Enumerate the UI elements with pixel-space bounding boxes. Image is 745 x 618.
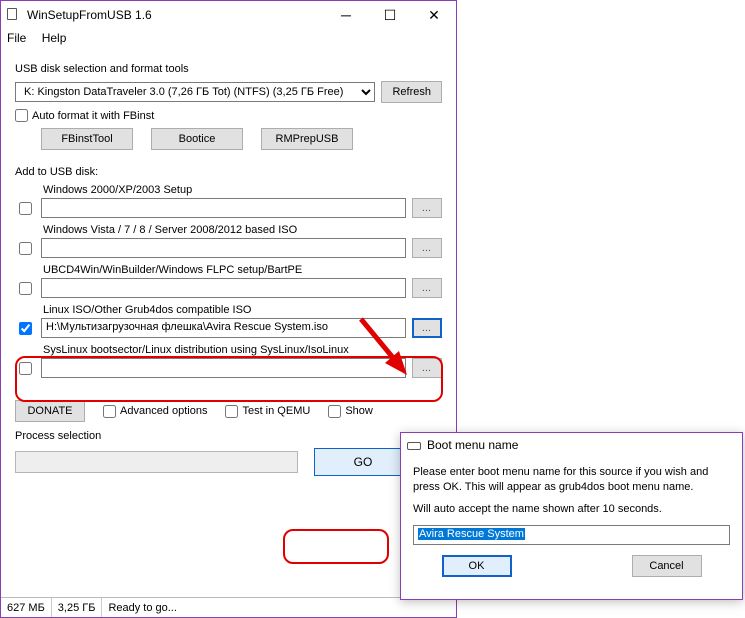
source-field[interactable]: H:\Мультизагрузочная флешка\Avira Rescue…: [41, 318, 406, 338]
source-checkbox[interactable]: [19, 202, 32, 215]
dialog-text-1: Please enter boot menu name for this sou…: [413, 465, 730, 495]
source-label: Windows Vista / 7 / 8 / Server 2008/2012…: [43, 224, 442, 236]
boot-menu-dialog: Boot menu name Please enter boot menu na…: [400, 432, 743, 600]
menu-file[interactable]: File: [7, 31, 26, 45]
content: USB disk selection and format tools K: K…: [1, 49, 456, 480]
dialog-input-value: Avira Rescue System: [418, 528, 525, 540]
source-field[interactable]: [41, 358, 406, 378]
add-to-usb-label: Add to USB disk:: [15, 166, 442, 178]
usb-icon: [7, 8, 21, 22]
status-size: 627 МБ: [1, 598, 52, 617]
titlebar: WinSetupFromUSB 1.6 ─ ☐ ✕: [1, 1, 456, 29]
bootice-button[interactable]: Bootice: [151, 128, 243, 150]
browse-button[interactable]: …: [412, 238, 442, 258]
pork-icon: [407, 438, 421, 452]
progress-bar: [15, 451, 298, 473]
source-field[interactable]: [41, 198, 406, 218]
browse-button[interactable]: …: [412, 278, 442, 298]
close-button[interactable]: ✕: [412, 1, 456, 29]
autoformat-input[interactable]: [15, 109, 28, 122]
disk-select[interactable]: K: Kingston DataTraveler 3.0 (7,26 ГБ To…: [15, 82, 375, 102]
dialog-input[interactable]: Avira Rescue System: [413, 525, 730, 545]
menu-help[interactable]: Help: [42, 31, 67, 45]
autoformat-label: Auto format it with FBinst: [32, 110, 154, 122]
source-row-vista: Windows Vista / 7 / 8 / Server 2008/2012…: [15, 224, 442, 258]
donate-button[interactable]: DONATE: [15, 400, 85, 422]
browse-button[interactable]: …: [412, 358, 442, 378]
source-field[interactable]: [41, 238, 406, 258]
source-field[interactable]: [41, 278, 406, 298]
go-button[interactable]: GO: [314, 448, 412, 476]
dialog-content: Please enter boot menu name for this sou…: [401, 457, 742, 585]
dialog-title: Boot menu name: [427, 438, 742, 452]
browse-button[interactable]: …: [412, 198, 442, 218]
autoformat-checkbox[interactable]: Auto format it with FBinst: [15, 109, 442, 122]
menubar: File Help: [1, 29, 456, 49]
source-label: UBCD4Win/WinBuilder/Windows FLPC setup/B…: [43, 264, 442, 276]
annotation-arrow: [355, 313, 415, 383]
process-selection-label: Process selection: [15, 430, 442, 442]
refresh-button[interactable]: Refresh: [381, 81, 442, 103]
main-window: WinSetupFromUSB 1.6 ─ ☐ ✕ File Help USB …: [0, 0, 457, 618]
source-checkbox[interactable]: [19, 242, 32, 255]
ok-button[interactable]: OK: [442, 555, 512, 577]
source-checkbox[interactable]: [19, 362, 32, 375]
dialog-text-2: Will auto accept the name shown after 10…: [413, 503, 730, 515]
rmprep-button[interactable]: RMPrepUSB: [261, 128, 353, 150]
cancel-button[interactable]: Cancel: [632, 555, 702, 577]
advanced-checkbox[interactable]: Advanced options: [103, 405, 207, 418]
window-title: WinSetupFromUSB 1.6: [27, 8, 324, 22]
qemu-checkbox[interactable]: Test in QEMU: [225, 405, 310, 418]
source-row-ubcd: UBCD4Win/WinBuilder/Windows FLPC setup/B…: [15, 264, 442, 298]
source-label: Windows 2000/XP/2003 Setup: [43, 184, 442, 196]
maximize-button[interactable]: ☐: [368, 1, 412, 29]
statusbar: 627 МБ 3,25 ГБ Ready to go...: [1, 597, 456, 617]
source-row-win2000: Windows 2000/XP/2003 Setup …: [15, 184, 442, 218]
dialog-titlebar: Boot menu name: [401, 433, 742, 457]
minimize-button[interactable]: ─: [324, 1, 368, 29]
status-text: Ready to go...: [102, 598, 456, 617]
browse-button[interactable]: …: [412, 318, 442, 338]
source-checkbox[interactable]: [19, 282, 32, 295]
status-free: 3,25 ГБ: [52, 598, 103, 617]
source-checkbox[interactable]: [19, 322, 32, 335]
showlog-checkbox[interactable]: Show: [328, 405, 373, 418]
fbinst-button[interactable]: FBinstTool: [41, 128, 133, 150]
disk-section-label: USB disk selection and format tools: [15, 63, 442, 75]
